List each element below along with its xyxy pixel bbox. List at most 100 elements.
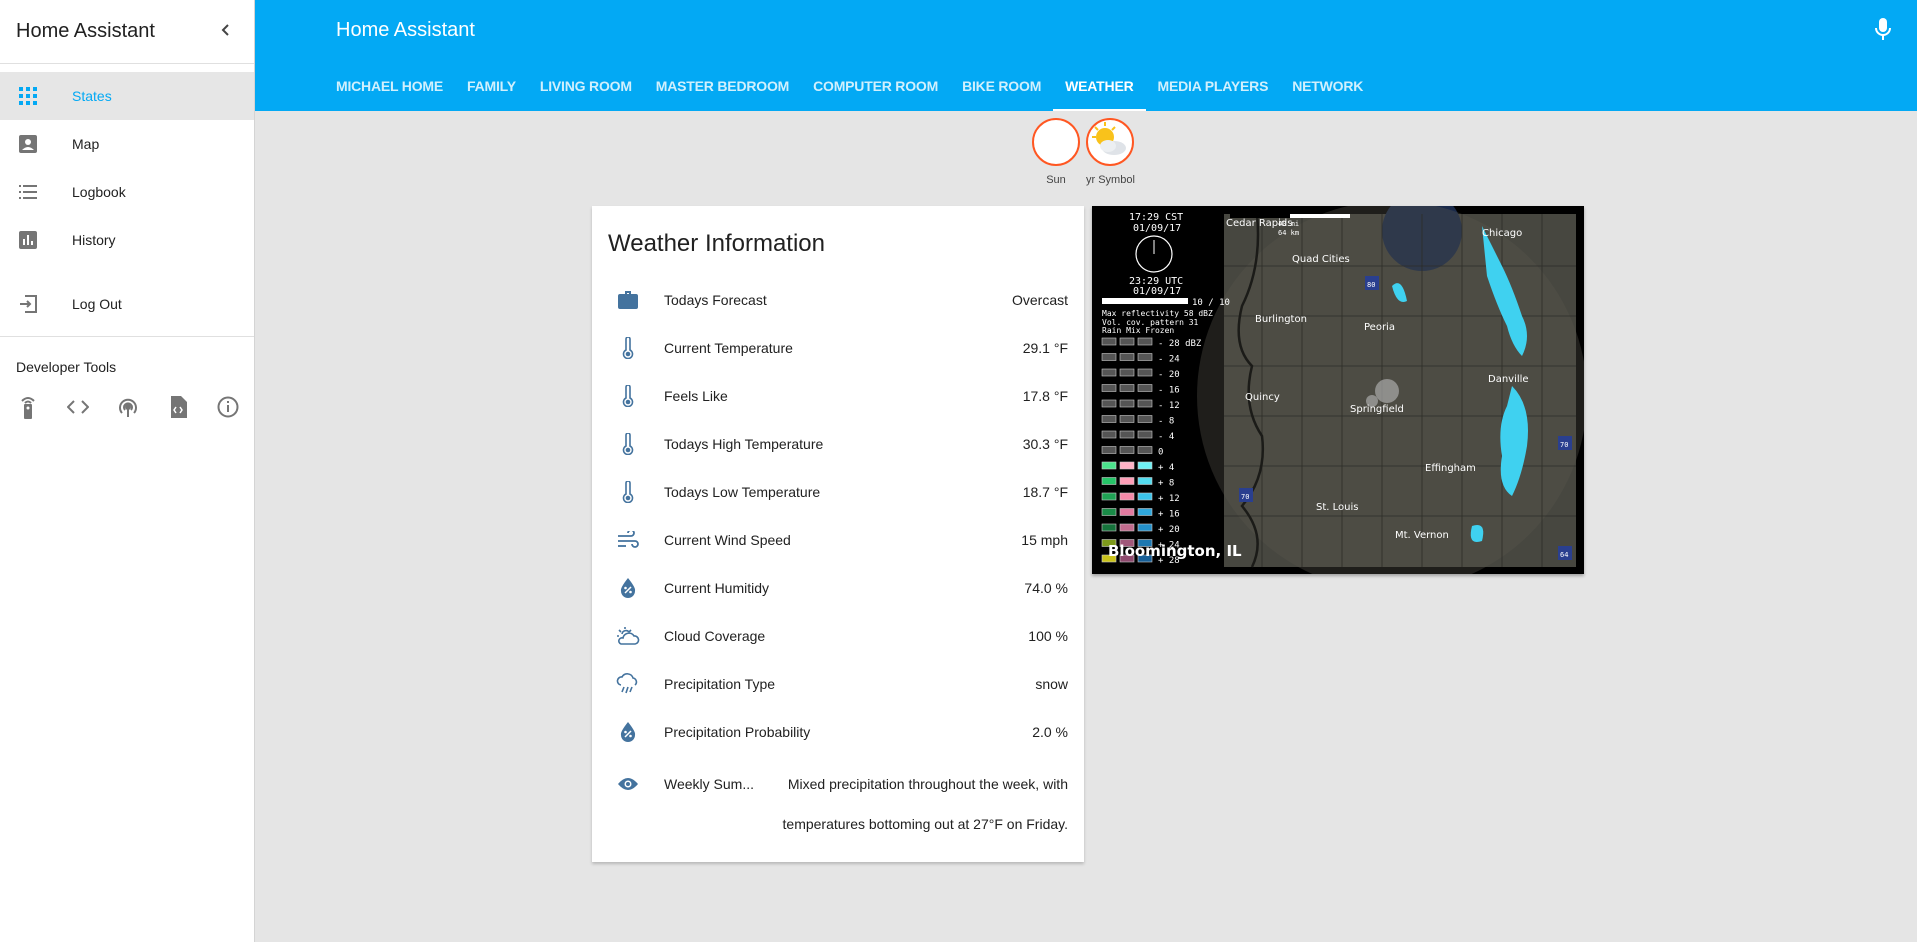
- radar-legend-swatch: [1119, 384, 1135, 392]
- entity-row-current-humidity[interactable]: Current Humitidy 74.0 %: [608, 564, 1068, 612]
- tab-computer-room[interactable]: COMPUTER ROOM: [801, 63, 950, 111]
- radar-legend-label: + 16: [1158, 510, 1180, 520]
- radar-legend-swatch: [1119, 368, 1135, 377]
- radar-legend-swatch: [1137, 508, 1153, 516]
- sidebar-item-label: History: [72, 232, 116, 248]
- weather-card: Weather Information Todays Forecast Over…: [592, 206, 1084, 862]
- radar-legend-label: - 4: [1158, 432, 1174, 442]
- badge-label: yr Symbol: [1086, 174, 1135, 186]
- sidebar-item-map[interactable]: Map: [0, 120, 254, 168]
- radar-legend-label: - 12: [1158, 401, 1180, 411]
- radar-legend-header: Rain Mix Frozen: [1102, 326, 1174, 335]
- radar-legend-swatch: [1137, 353, 1153, 361]
- sidebar-item-logout[interactable]: Log Out: [0, 280, 254, 328]
- radar-legend-swatch: [1137, 368, 1153, 377]
- distance-scale-dark: [1230, 214, 1290, 218]
- row-label: Cloud Coverage: [664, 628, 766, 644]
- code-tags-icon[interactable]: [66, 395, 90, 419]
- radar-legend-label: + 8: [1158, 479, 1174, 489]
- highway-80: 80: [1367, 281, 1375, 289]
- radar-camera-image[interactable]: 80 70 70 64 Cedar Rapids Chicago Quad Ci…: [1092, 206, 1584, 574]
- sidebar-item-label: Log Out: [72, 296, 122, 312]
- entity-row-current-temperature[interactable]: Current Temperature 29.1 °F: [608, 324, 1068, 372]
- thermometer-icon: [608, 432, 648, 456]
- row-value: 30.3 °F: [1022, 436, 1068, 452]
- sidebar-item-label: Map: [72, 136, 100, 152]
- microphone-icon: [1875, 18, 1891, 40]
- entity-row-weekly-summary[interactable]: Weekly Sum... Mixed precipitation throug…: [608, 760, 1068, 844]
- radar-legend-swatch: [1119, 337, 1135, 346]
- entity-row-precipitation-type[interactable]: Precipitation Type snow: [608, 660, 1068, 708]
- sidebar-header: Home Assistant: [0, 0, 254, 64]
- badges: Sun yr Symbol: [1032, 118, 1135, 186]
- radar-max-reflectivity: Max reflectivity 58 dBZ: [1102, 309, 1213, 318]
- entity-row-todays-forecast[interactable]: Todays Forecast Overcast: [608, 276, 1068, 324]
- file-xml-icon[interactable]: [166, 395, 190, 419]
- sidebar-item-logbook[interactable]: Logbook: [0, 168, 254, 216]
- highway-70-east: 70: [1560, 441, 1568, 449]
- entity-row-todays-high-temperature[interactable]: Todays High Temperature 30.3 °F: [608, 420, 1068, 468]
- badge-circle[interactable]: [1032, 118, 1080, 166]
- radar-legend-swatch: [1101, 523, 1117, 532]
- distance-scale-mi: 40 mi: [1278, 220, 1299, 228]
- card-title: Weather Information: [608, 230, 825, 257]
- radar-date-utc: 01/09/17: [1133, 286, 1181, 297]
- radar-legend-swatch: [1101, 415, 1117, 423]
- radar-date-local: 01/09/17: [1133, 223, 1181, 234]
- wind-icon: [608, 528, 648, 552]
- radar-map: 80 70 70 64 Cedar Rapids Chicago Quad Ci…: [1092, 206, 1584, 574]
- radar-legend-label: + 4: [1158, 463, 1174, 473]
- tab-network[interactable]: NETWORK: [1280, 63, 1375, 111]
- radar-legend-swatch: [1137, 430, 1153, 439]
- tab-living-room[interactable]: LIVING ROOM: [528, 63, 644, 111]
- frame-progress-bar: [1102, 298, 1188, 304]
- radar-frames: 10 / 10: [1192, 298, 1230, 308]
- radar-legend-swatch: [1101, 508, 1117, 516]
- eye-icon: [608, 760, 648, 808]
- badge-yr-symbol[interactable]: yr Symbol: [1086, 118, 1135, 186]
- partly-cloudy-icon: [1092, 122, 1126, 155]
- city-quad-cities: Quad Cities: [1292, 254, 1350, 265]
- chart-icon: [16, 228, 40, 252]
- entity-row-current-wind-speed[interactable]: Current Wind Speed 15 mph: [608, 516, 1068, 564]
- radar-legend-label: - 28 dBZ: [1158, 339, 1202, 349]
- badge-sun[interactable]: Sun: [1032, 118, 1080, 186]
- remote-icon[interactable]: [16, 395, 40, 419]
- tab-family[interactable]: FAMILY: [455, 63, 528, 111]
- radar-legend-label: - 8: [1158, 417, 1174, 427]
- badge-circle[interactable]: [1086, 118, 1134, 166]
- moon-icon: [1053, 133, 1062, 151]
- water-percent-icon: [608, 576, 648, 600]
- row-value: 100 %: [1028, 628, 1068, 644]
- collapse-sidebar-button[interactable]: [214, 20, 238, 43]
- tab-bike-room[interactable]: BIKE ROOM: [950, 63, 1053, 111]
- antenna-icon[interactable]: [116, 395, 140, 419]
- weather-partly-cloudy-icon: [608, 624, 648, 648]
- chevron-left-icon: [221, 24, 229, 36]
- tab-master-bedroom[interactable]: MASTER BEDROOM: [644, 63, 801, 111]
- row-label: Current Humitidy: [664, 580, 770, 596]
- row-label: Precipitation Type: [664, 676, 776, 692]
- tab-michael-home[interactable]: MICHAEL HOME: [324, 63, 455, 111]
- radar-legend-swatch: [1119, 508, 1135, 516]
- radar-legend-swatch: [1101, 430, 1117, 439]
- tab-media-players[interactable]: MEDIA PLAYERS: [1146, 63, 1281, 111]
- entity-row-todays-low-temperature[interactable]: Todays Low Temperature 18.7 °F: [608, 468, 1068, 516]
- grid-icon: [16, 84, 40, 108]
- info-icon[interactable]: [216, 395, 240, 419]
- entity-row-feels-like[interactable]: Feels Like 17.8 °F: [608, 372, 1068, 420]
- radar-legend-swatch: [1119, 430, 1135, 439]
- rainy-icon: [608, 672, 648, 696]
- microphone-button[interactable]: [1875, 18, 1899, 44]
- radar-time-local: 17:29 CST: [1129, 212, 1183, 223]
- entity-row-cloud-coverage[interactable]: Cloud Coverage 100 %: [608, 612, 1068, 660]
- entity-row-precipitation-probability[interactable]: Precipitation Probability 2.0 %: [608, 708, 1068, 756]
- row-value: snow: [1035, 676, 1068, 692]
- sidebar-item-states[interactable]: States: [0, 72, 254, 120]
- sidebar-title: Home Assistant: [16, 20, 155, 42]
- row-label: Current Wind Speed: [664, 532, 791, 548]
- sidebar-item-history[interactable]: History: [0, 216, 254, 264]
- radar-legend-swatch: [1119, 492, 1135, 501]
- row-label: Todays High Temperature: [664, 436, 824, 452]
- tab-weather[interactable]: WEATHER: [1053, 63, 1146, 111]
